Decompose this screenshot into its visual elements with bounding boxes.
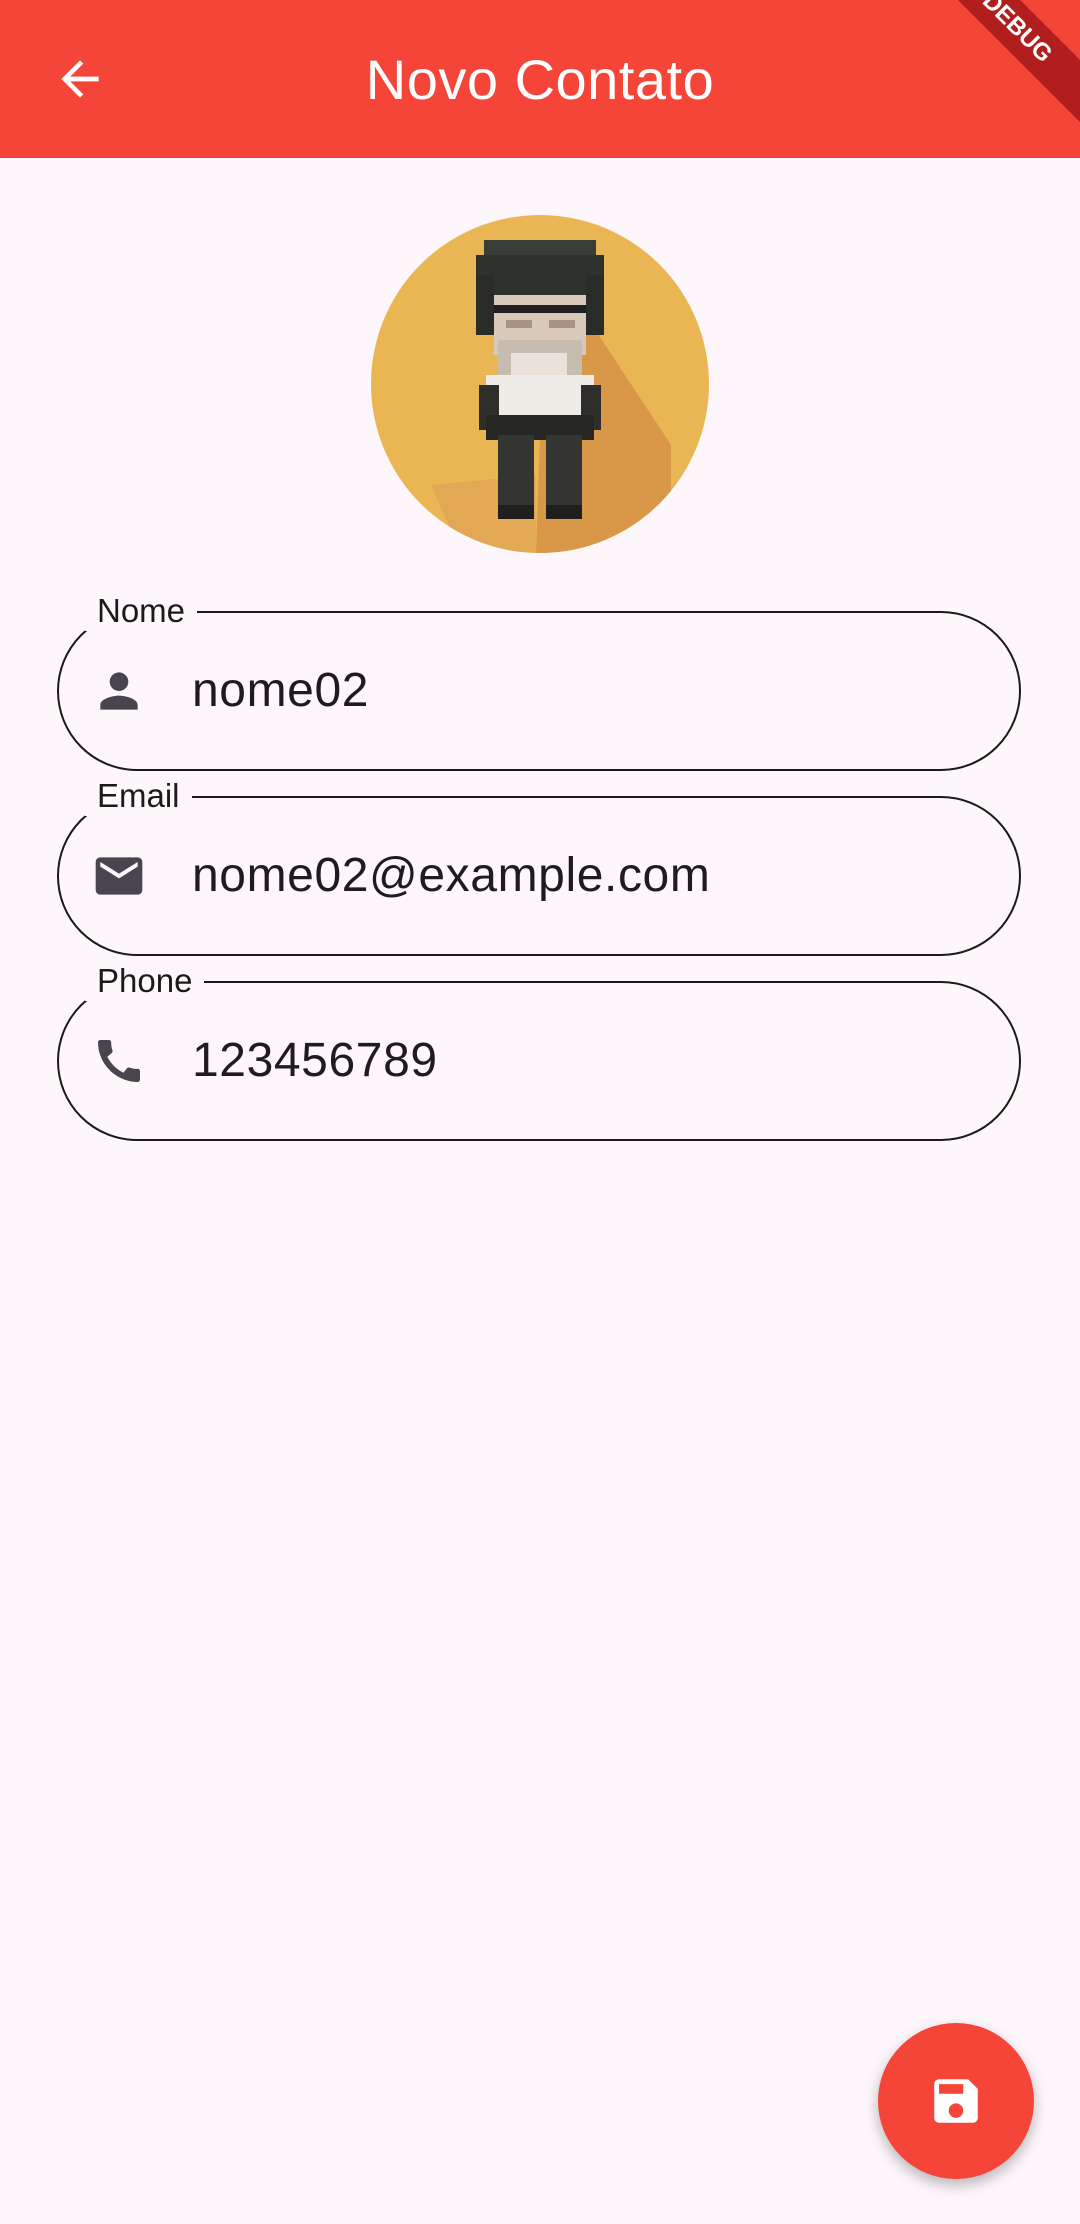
save-icon: [934, 2079, 978, 2123]
phone-field[interactable]: Phone 123456789: [57, 961, 1021, 1141]
phone-icon: [91, 1033, 147, 1089]
pixel-character-avatar: [371, 215, 709, 553]
email-field-label: Email: [85, 776, 192, 816]
avatar[interactable]: [371, 215, 709, 553]
arrow-back-icon: [61, 60, 99, 98]
email-icon: [91, 848, 147, 904]
phone-field-label: Phone: [85, 961, 205, 1001]
page-title: Novo Contato: [365, 47, 715, 111]
phone-input[interactable]: 123456789: [192, 981, 438, 1141]
save-button[interactable]: [878, 2023, 1034, 2179]
email-field[interactable]: Email nome02@example.com: [57, 776, 1021, 956]
name-field-label: Nome: [85, 591, 198, 631]
back-button[interactable]: [40, 39, 120, 119]
email-input[interactable]: nome02@example.com: [192, 796, 710, 956]
app-bar: Novo Contato DEBUG: [0, 0, 1080, 158]
name-field[interactable]: Nome nome02: [57, 591, 1021, 771]
name-input[interactable]: nome02: [192, 611, 369, 771]
person-icon: [91, 663, 147, 719]
